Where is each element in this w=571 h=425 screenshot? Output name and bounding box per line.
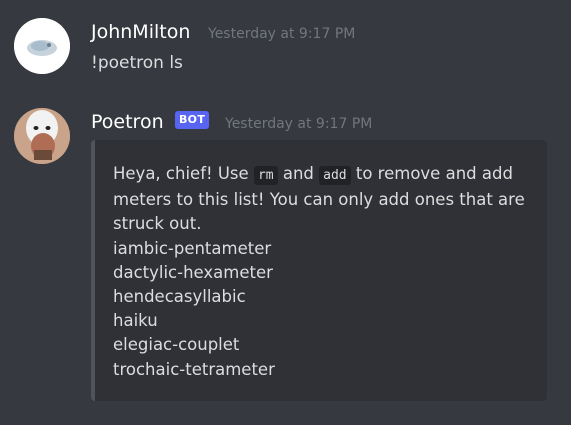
meter-item: trochaic-tetrameter	[113, 359, 275, 379]
user-avatar-icon	[14, 18, 70, 74]
timestamp: Yesterday at 9:17 PM	[225, 116, 373, 132]
embed-description: Heya, chief! Use rm and add to remove an…	[113, 162, 533, 382]
username[interactable]: Poetron	[91, 110, 164, 134]
embed-intro-line-1: Heya, chief! Use rm and add to remove an…	[113, 162, 533, 188]
code-add: add	[319, 166, 351, 185]
meter-item: dactylic-hexameter	[113, 262, 273, 282]
meter-item: iambic-pentameter	[113, 238, 272, 258]
intro-text: Heya, chief! Use	[113, 164, 254, 183]
meter-item: elegiac-couplet	[113, 335, 240, 355]
avatar-johnmilton[interactable]	[14, 18, 70, 74]
code-rm: rm	[253, 166, 278, 185]
bot-avatar-icon	[14, 108, 70, 164]
intro-text: to remove and add	[350, 164, 513, 183]
embed-intro-line-3: struck out.	[113, 214, 202, 234]
meter-item: hendecasyllabic	[113, 287, 246, 307]
bot-badge: BOT	[175, 111, 210, 129]
embed-intro-line-2: meters to this list! You can only add on…	[113, 190, 525, 210]
intro-text: and	[277, 164, 320, 183]
username[interactable]: JohnMilton	[91, 20, 190, 44]
avatar-poetron[interactable]	[14, 108, 70, 164]
embed: Heya, chief! Use rm and add to remove an…	[91, 140, 547, 401]
meter-item: haiku	[113, 311, 158, 331]
timestamp: Yesterday at 9:17 PM	[208, 26, 356, 42]
message-text: !poetron ls	[91, 53, 183, 73]
